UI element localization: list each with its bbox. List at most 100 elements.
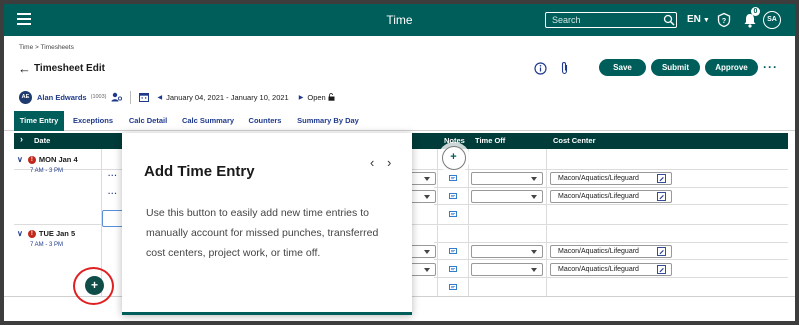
chevron-down-icon[interactable]: ∨ (17, 155, 23, 164)
row-menu-button[interactable]: ··· (108, 189, 118, 198)
employee-info-row: AE Alan Edwards (1003) ◀ January 04, 202… (19, 90, 335, 104)
submit-button[interactable]: Submit (651, 59, 700, 76)
tab-bar: Time Entry Exceptions Calc Detail Calc S… (4, 111, 795, 131)
error-icon: ! (27, 229, 36, 238)
day-row-mon[interactable]: ∨ ! MON Jan 4 (17, 155, 78, 164)
time-off-select[interactable] (471, 190, 543, 203)
row-menu-button[interactable]: ··· (108, 171, 118, 180)
page-title: Timesheet Edit (34, 63, 105, 74)
row-divider (434, 242, 788, 243)
svg-text:?: ? (722, 18, 726, 25)
save-button[interactable]: Save (599, 59, 646, 76)
chevron-left-icon[interactable]: ‹ (370, 155, 374, 170)
pay-code-select[interactable] (409, 245, 436, 258)
popover-title: Add Time Entry (144, 163, 255, 180)
app-window: Time EN▼ ? 0 SA Time > Timesheets ← Time… (4, 4, 795, 321)
employee-name[interactable]: Alan Edwards (37, 93, 87, 102)
day-label: TUE Jan 5 (38, 229, 76, 238)
breadcrumb[interactable]: Time > Timesheets (19, 44, 74, 51)
more-options-button[interactable]: ··· (763, 60, 778, 74)
plus-icon: + (446, 150, 461, 165)
edit-icon[interactable] (657, 247, 666, 256)
row-divider (434, 259, 788, 260)
cost-center-value: Macon/Aquatics/Lifeguard (558, 193, 639, 200)
cost-center-field[interactable]: Macon/Aquatics/Lifeguard (550, 172, 672, 185)
day-hours: 7 AM - 3 PM (30, 168, 64, 174)
note-icon[interactable] (449, 266, 457, 273)
note-icon[interactable] (449, 211, 457, 218)
chevron-down-icon (424, 250, 430, 254)
pay-code-select[interactable] (409, 172, 436, 185)
calendar-icon[interactable] (138, 92, 149, 102)
search-icon[interactable] (663, 14, 675, 26)
pay-code-select[interactable] (409, 263, 436, 276)
edit-icon[interactable] (657, 174, 666, 183)
note-icon[interactable] (449, 248, 457, 255)
chevron-down-icon (531, 195, 537, 199)
note-icon[interactable] (449, 175, 457, 182)
user-avatar[interactable]: SA (763, 11, 781, 29)
expand-all-icon[interactable]: › (20, 134, 23, 144)
chevron-down-icon[interactable]: ∨ (17, 229, 23, 238)
time-off-select[interactable] (471, 172, 543, 185)
chevron-down-icon (424, 268, 430, 272)
tab-calc-summary[interactable]: Calc Summary (178, 111, 238, 131)
tab-time-entry[interactable]: Time Entry (14, 111, 64, 131)
period-status: Open (307, 92, 326, 102)
menu-icon[interactable] (17, 13, 31, 25)
add-entry-spotlight[interactable]: + (442, 146, 466, 170)
tab-exceptions[interactable]: Exceptions (68, 111, 118, 131)
highlight-circle (73, 267, 114, 305)
help-icon[interactable]: ? (716, 12, 732, 28)
cost-center-field[interactable]: Macon/Aquatics/Lifeguard (550, 263, 672, 276)
column-divider (468, 149, 469, 296)
attachment-icon[interactable] (560, 61, 569, 75)
time-input[interactable] (102, 210, 124, 227)
day-hours: 7 AM - 3 PM (30, 242, 64, 248)
row-divider (434, 204, 788, 205)
cost-center-value: Macon/Aquatics/Lifeguard (558, 248, 639, 255)
tab-counters[interactable]: Counters (244, 111, 286, 131)
tab-summary-by-day[interactable]: Summary By Day (293, 111, 363, 131)
chevron-down-icon (424, 177, 430, 181)
popover-body: Use this button to easily add new time e… (146, 207, 379, 259)
tab-calc-detail[interactable]: Calc Detail (123, 111, 173, 131)
next-period-icon[interactable]: ▶ (299, 94, 304, 101)
column-notes[interactable]: Notes (444, 136, 465, 145)
error-icon: ! (27, 155, 36, 164)
cost-center-value: Macon/Aquatics/Lifeguard (558, 175, 639, 182)
back-arrow-icon[interactable]: ← (18, 62, 31, 76)
chevron-right-icon[interactable]: › (387, 155, 391, 170)
language-selector[interactable]: EN ▼ (687, 14, 710, 25)
time-off-select[interactable] (471, 245, 543, 258)
time-off-select[interactable] (471, 263, 543, 276)
pay-code-select[interactable] (409, 190, 436, 203)
info-icon[interactable] (534, 62, 547, 75)
approve-button[interactable]: Approve (705, 59, 758, 76)
edit-icon[interactable] (657, 192, 666, 201)
note-icon[interactable] (449, 284, 457, 291)
chevron-down-icon (424, 195, 430, 199)
period-range: January 04, 2021 - January 10, 2021 (166, 92, 289, 102)
employee-switch-icon[interactable] (111, 92, 122, 102)
column-cost-center[interactable]: Cost Center (553, 136, 596, 145)
day-row-tue[interactable]: ∨ ! TUE Jan 5 (17, 229, 75, 238)
column-time-off[interactable]: Time Off (475, 136, 505, 145)
cost-center-field[interactable]: Macon/Aquatics/Lifeguard (550, 245, 672, 258)
add-time-entry-popover: Add Time Entry ‹ › Use this button to ea… (122, 133, 412, 315)
row-divider (434, 187, 788, 188)
day-label: MON Jan 4 (38, 155, 78, 164)
cost-center-value: Macon/Aquatics/Lifeguard (558, 266, 639, 273)
note-icon[interactable] (449, 193, 457, 200)
edit-icon[interactable] (657, 265, 666, 274)
column-date[interactable]: Date (34, 136, 50, 145)
top-bar: Time EN▼ ? 0 SA (4, 4, 795, 36)
chevron-down-icon (531, 268, 537, 272)
previous-period-icon[interactable]: ◀ (158, 94, 163, 101)
employee-id: (1003) (90, 94, 107, 100)
chevron-down-icon (531, 250, 537, 254)
employee-avatar: AE (19, 90, 32, 104)
search-input[interactable] (545, 12, 677, 28)
column-divider (437, 149, 438, 296)
cost-center-field[interactable]: Macon/Aquatics/Lifeguard (550, 190, 672, 203)
